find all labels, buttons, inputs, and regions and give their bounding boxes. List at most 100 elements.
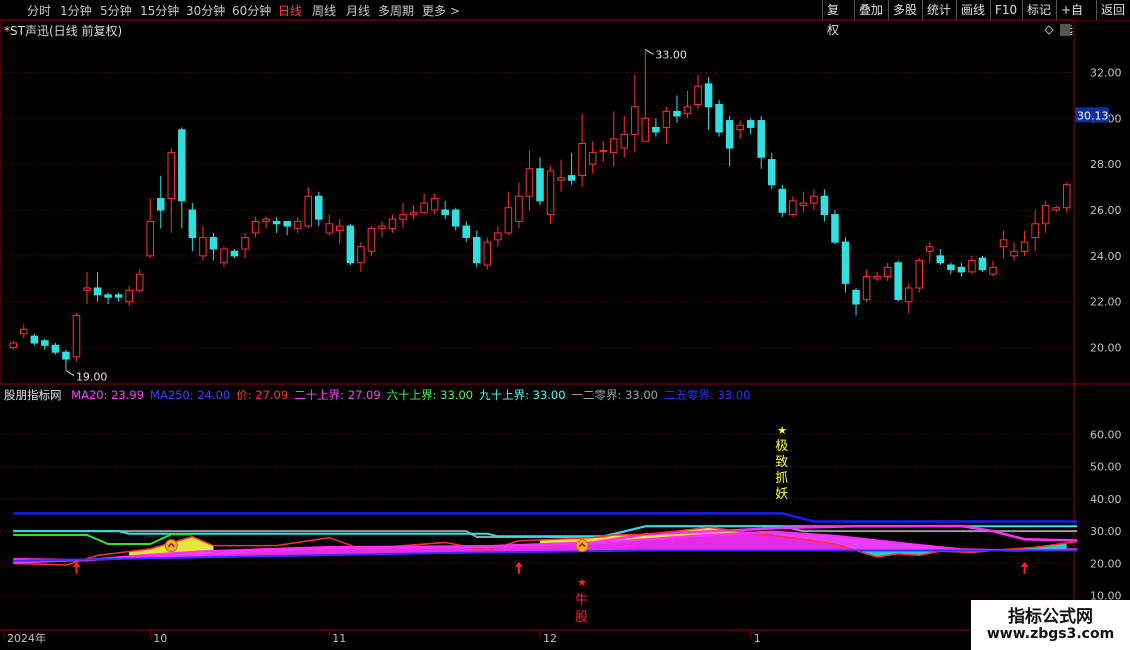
- series-line: [13, 533, 193, 546]
- candle-body: [357, 246, 365, 264]
- candle-body: [926, 246, 934, 252]
- indicator-item-1: MA250: 24.00: [150, 388, 231, 402]
- candle-body: [420, 202, 428, 213]
- candle-body: [757, 120, 765, 158]
- candle-body: [546, 170, 555, 216]
- candle-body: [536, 168, 544, 202]
- time-axis-label: 12: [543, 632, 557, 645]
- candle-body: [220, 248, 228, 264]
- chart-canvas[interactable]: 20.0022.0024.0026.0028.0030.0032.0010.00…: [0, 0, 1130, 650]
- candle-body: [904, 287, 913, 303]
- candle-body: [388, 218, 397, 229]
- candle-body: [125, 289, 133, 303]
- annotation-top-char: 极: [775, 439, 788, 454]
- candle-body: [915, 259, 924, 289]
- candle-body: [694, 85, 702, 106]
- candle-body: [62, 351, 70, 360]
- candle-body: [978, 257, 987, 271]
- main-y-tick-label: 20.00: [1090, 342, 1122, 355]
- candle-body: [989, 266, 997, 275]
- candle-body: [810, 195, 818, 204]
- indicator-item-3: 二十上界: 27.09: [294, 388, 381, 402]
- candle-body: [430, 198, 439, 211]
- indicator-item-7: 二五零界: 33.00: [664, 388, 751, 402]
- indicator-item-4: 六十上界: 33.00: [386, 388, 474, 402]
- candle-body: [178, 129, 186, 202]
- candle-body: [293, 220, 302, 229]
- time-axis-label: 2024年: [7, 631, 46, 645]
- candle-body: [599, 149, 607, 152]
- indicator-y-tick-label: 20.00: [1090, 557, 1122, 570]
- candle-body: [441, 209, 449, 216]
- candle-body: [241, 237, 249, 250]
- main-y-tick-label: 24.00: [1090, 250, 1122, 263]
- candle-body: [336, 225, 344, 232]
- candle-body: [325, 223, 334, 234]
- candle-body: [283, 220, 291, 227]
- candle-body: [409, 211, 418, 216]
- candle-body: [1041, 204, 1050, 225]
- scroll-handle[interactable]: [1060, 24, 1070, 36]
- indicator-y-tick-label: 50.00: [1090, 461, 1122, 474]
- indicator-item-2: 价: 27.09: [236, 388, 289, 402]
- candle-body: [515, 195, 523, 222]
- candle-body: [262, 218, 270, 222]
- candle-body: [83, 287, 91, 291]
- candle-body: [399, 214, 407, 220]
- candle-body: [114, 294, 123, 298]
- indicator-items: MA20: 23.99 MA250: 24.00 价: 27.09 二十上界: 27.…: [71, 388, 756, 402]
- main-y-tick-label: 28.00: [1090, 158, 1122, 171]
- candle-body: [652, 126, 660, 133]
- candle-body: [778, 188, 787, 213]
- candle-body: [1031, 223, 1039, 239]
- candle-body: [609, 138, 618, 154]
- candle-body: [799, 202, 808, 206]
- candle-body: [72, 314, 81, 358]
- candle-body: [631, 106, 639, 135]
- candle-body: [451, 209, 460, 227]
- watermark: 指标公式网 www.zbgs3.com: [971, 600, 1130, 650]
- main-y-tick-label: 26.00: [1090, 204, 1122, 217]
- candle-body: [683, 106, 692, 115]
- candle-body: [346, 225, 355, 264]
- candle-body: [188, 209, 197, 239]
- candle-body: [93, 287, 102, 296]
- candle-body: [588, 152, 597, 165]
- indicator-item-6: 一二零界: 33.00: [571, 388, 658, 402]
- up-arrow-icon: [72, 561, 81, 574]
- indicator-name: 股朋指标网: [4, 388, 62, 402]
- candle-body: [957, 266, 966, 273]
- candle-body: [862, 276, 871, 300]
- annotation-bottom-char: 股: [575, 610, 588, 625]
- indicator-y-tick-label: 60.00: [1090, 428, 1122, 441]
- candle-body: [1010, 250, 1018, 257]
- high-label: 33.00: [655, 48, 687, 61]
- candle-body: [51, 344, 60, 353]
- candle-body: [30, 335, 39, 344]
- star-icon: ★: [577, 576, 587, 589]
- candle-body: [315, 195, 323, 220]
- candle-body: [894, 262, 902, 300]
- candle-body: [557, 177, 565, 181]
- watermark-url: www.zbgs3.com: [986, 626, 1115, 642]
- high-marker: [645, 49, 654, 55]
- annotation-top-char: 妖: [775, 487, 788, 502]
- candle-body: [673, 110, 681, 117]
- diamond-icon: [1044, 25, 1054, 35]
- candle-body: [852, 289, 860, 305]
- candle-body: [378, 225, 386, 229]
- candle-body: [641, 117, 650, 142]
- star-icon: ★: [777, 424, 787, 437]
- main-y-tick-label: 22.00: [1090, 296, 1122, 309]
- candle-body: [41, 340, 49, 346]
- candle-body: [578, 142, 586, 177]
- candle-body: [704, 83, 713, 108]
- candle-body: [620, 133, 629, 149]
- candle-body: [999, 239, 1008, 248]
- watermark-title: 指标公式网: [1008, 607, 1093, 627]
- candle-body: [146, 220, 154, 257]
- candle-body: [725, 120, 734, 149]
- time-axis-label: 11: [332, 632, 346, 645]
- candle-body: [230, 250, 239, 257]
- candle-body: [831, 214, 839, 243]
